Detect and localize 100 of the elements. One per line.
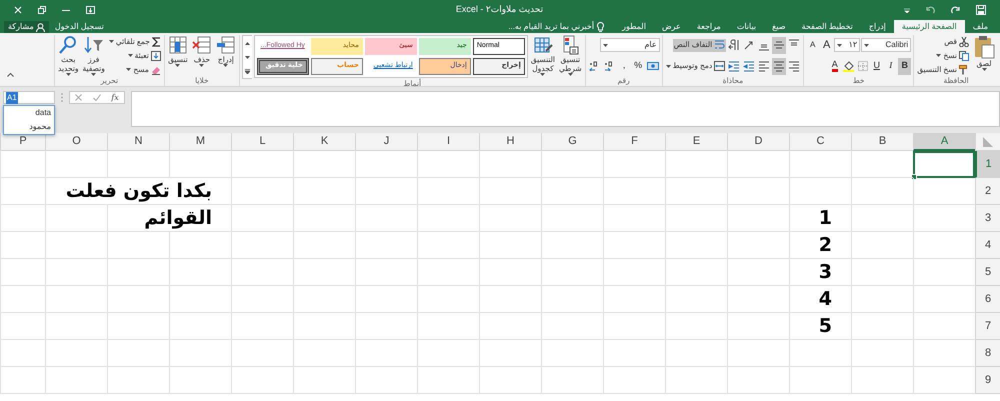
sheet-cell[interactable]	[0, 178, 45, 205]
column-header[interactable]: G	[541, 133, 603, 151]
sheet-cell[interactable]	[603, 286, 665, 313]
sheet-cell[interactable]	[231, 286, 293, 313]
sheet-cell[interactable]	[293, 178, 355, 205]
sheet-cell[interactable]	[355, 340, 417, 367]
row-header[interactable]: 7	[975, 313, 1000, 340]
sheet-cell[interactable]	[107, 232, 169, 259]
ribbon-tab[interactable]: إدراج	[860, 20, 894, 33]
sheet-cell[interactable]	[479, 205, 541, 232]
sheet-cell[interactable]	[169, 232, 231, 259]
sheet-cell[interactable]	[0, 259, 45, 286]
select-all-button[interactable]	[975, 133, 1000, 151]
sheet-cell[interactable]	[293, 259, 355, 286]
sheet-cell[interactable]	[603, 205, 665, 232]
sheet-cell[interactable]	[169, 151, 231, 178]
sheet-cell[interactable]	[293, 313, 355, 340]
bold-button[interactable]: B	[898, 58, 912, 74]
sheet-cell[interactable]	[45, 259, 107, 286]
sheet-cell[interactable]	[0, 313, 45, 340]
sheet-cell[interactable]	[541, 205, 603, 232]
sheet-cell[interactable]	[355, 205, 417, 232]
sheet-cell[interactable]	[913, 232, 975, 259]
italic-button[interactable]: I	[884, 58, 898, 74]
sheet-cell[interactable]	[727, 286, 789, 313]
sheet-cell[interactable]	[231, 205, 293, 232]
sheet-cell[interactable]	[913, 205, 975, 232]
sheet-cell[interactable]	[665, 367, 727, 394]
cancel-button[interactable]	[75, 94, 82, 101]
column-header[interactable]: M	[169, 133, 231, 151]
sheet-cell[interactable]	[851, 259, 913, 286]
column-header[interactable]: E	[665, 133, 727, 151]
sheet-cell[interactable]	[541, 340, 603, 367]
sheet-cell[interactable]	[851, 286, 913, 313]
sheet-cell[interactable]: بكدا تكون فعلت	[45, 178, 231, 205]
column-header[interactable]: B	[851, 133, 913, 151]
sheet-cell[interactable]	[727, 340, 789, 367]
sheet-cell[interactable]	[417, 367, 479, 394]
ribbon-tab[interactable]: الصفحة الرئيسية	[894, 20, 965, 33]
sheet-cell[interactable]	[789, 340, 851, 367]
underline-button[interactable]: U	[870, 58, 884, 74]
sheet-cell[interactable]	[913, 313, 975, 340]
sheet-cell[interactable]	[355, 286, 417, 313]
sheet-cell[interactable]	[169, 286, 231, 313]
sheet-cell[interactable]	[789, 367, 851, 394]
sheet-cell[interactable]	[541, 313, 603, 340]
ribbon-tab[interactable]: بيانات	[728, 20, 764, 33]
enter-button[interactable]	[92, 94, 101, 101]
sheet-cell[interactable]	[541, 151, 603, 178]
sheet-cell[interactable]	[851, 340, 913, 367]
ribbon-tab[interactable]: مراجعة	[688, 20, 729, 33]
sheet-cell[interactable]	[231, 340, 293, 367]
center-align-button[interactable]	[772, 58, 786, 74]
name-box[interactable]: A1	[3, 91, 55, 104]
sheet-cell[interactable]	[727, 178, 789, 205]
row-header[interactable]: 2	[975, 178, 1000, 205]
sheet-cell[interactable]: 2	[789, 232, 851, 259]
sheet-cell[interactable]	[727, 313, 789, 340]
sheet-cell[interactable]	[417, 178, 479, 205]
sheet-cell[interactable]	[665, 313, 727, 340]
sheet-cell[interactable]	[851, 151, 913, 178]
sheet-cell[interactable]	[231, 313, 293, 340]
column-header[interactable]: F	[603, 133, 665, 151]
sheet-cell[interactable]	[107, 313, 169, 340]
sheet-cell[interactable]	[231, 178, 293, 205]
sheet-cell[interactable]	[293, 205, 355, 232]
column-header[interactable]: H	[479, 133, 541, 151]
sheet-cell[interactable]	[479, 259, 541, 286]
sheet-cell[interactable]	[851, 178, 913, 205]
ribbon-tab[interactable]: صيغ	[764, 20, 794, 33]
column-header[interactable]: J	[355, 133, 417, 151]
sheet-cell[interactable]	[231, 259, 293, 286]
row-header[interactable]: 5	[975, 259, 1000, 286]
row-header[interactable]: 4	[975, 232, 1000, 259]
sheet-cell[interactable]	[727, 151, 789, 178]
sheet-cell[interactable]	[541, 367, 603, 394]
sheet-cell[interactable]	[0, 151, 45, 178]
sheet-cell[interactable]	[603, 151, 665, 178]
comma-button[interactable]: ,	[618, 58, 631, 74]
sheet-cell[interactable]	[851, 313, 913, 340]
sheet-cell[interactable]	[0, 340, 45, 367]
column-header[interactable]: I	[417, 133, 479, 151]
sheet-cell[interactable]	[727, 232, 789, 259]
sheet-cell[interactable]	[603, 340, 665, 367]
sheet-cell[interactable]	[293, 340, 355, 367]
sheet-cell[interactable]	[727, 205, 789, 232]
sheet-cell[interactable]	[665, 205, 727, 232]
column-header[interactable]: L	[231, 133, 293, 151]
row-header[interactable]: 1	[975, 151, 1000, 178]
row-header[interactable]: 3	[975, 205, 1000, 232]
sheet-cell[interactable]	[603, 367, 665, 394]
tell-me-search-field[interactable]: أخبرني بما تريد القيام به...	[508, 21, 594, 33]
sheet-cell[interactable]	[0, 232, 45, 259]
sheet-cell[interactable]	[107, 367, 169, 394]
grow-font-button[interactable]: A	[820, 36, 834, 54]
sheet-cell[interactable]	[913, 367, 975, 394]
sheet-cell[interactable]	[417, 340, 479, 367]
sheet-cell[interactable]	[479, 178, 541, 205]
row-header[interactable]: 9	[975, 367, 1000, 394]
column-header[interactable]: O	[45, 133, 107, 151]
